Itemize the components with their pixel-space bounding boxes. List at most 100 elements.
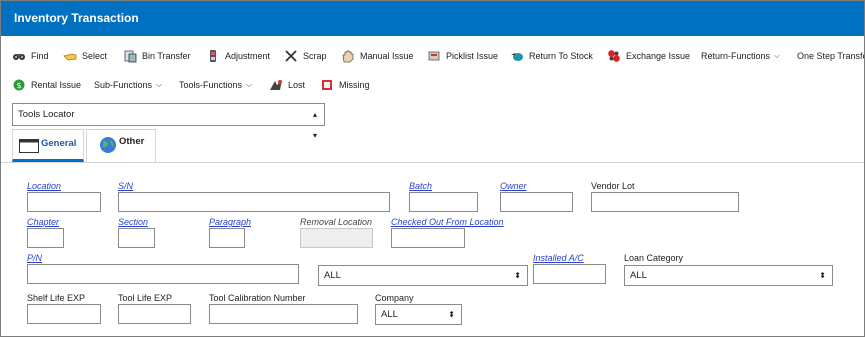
bin-transfer-icon xyxy=(123,49,137,63)
inventory-transaction-window: Inventory Transaction Find Select Bin Tr… xyxy=(0,0,865,337)
sn-field[interactable] xyxy=(118,192,390,212)
loan-category-select-value: ALL xyxy=(630,270,647,281)
sn-label[interactable]: S/N xyxy=(118,181,133,191)
company-select[interactable]: ALL ⬍ xyxy=(375,304,462,325)
batch-field[interactable] xyxy=(409,192,478,212)
exchange-issue-label: Exchange Issue xyxy=(626,51,691,61)
title-bar: Inventory Transaction xyxy=(1,1,864,36)
scissors-icon xyxy=(284,49,298,63)
checked-out-from-location-label[interactable]: Checked Out From Location xyxy=(391,217,504,227)
missing-button[interactable]: Missing xyxy=(320,77,370,93)
locator-select[interactable]: Tools Locator ▴ ▾ xyxy=(12,103,325,140)
hand-icon xyxy=(341,49,355,63)
vendor-lot-field[interactable] xyxy=(591,192,739,212)
exchange-icon xyxy=(607,49,621,63)
bin-transfer-button[interactable]: Bin Transfer xyxy=(123,48,191,64)
manual-issue-button[interactable]: Manual Issue xyxy=(341,48,414,64)
chapter-label[interactable]: Chapter xyxy=(27,217,59,227)
location-label[interactable]: Location xyxy=(27,181,61,191)
adjustment-icon xyxy=(206,49,220,63)
company-label: Company xyxy=(375,293,414,303)
picklist-icon xyxy=(427,49,441,63)
section-field[interactable] xyxy=(118,228,155,248)
pn-label[interactable]: P/N xyxy=(27,253,42,263)
tool-calibration-number-field[interactable] xyxy=(209,304,358,324)
exchange-issue-button[interactable]: Exchange Issue xyxy=(607,48,690,64)
checked-out-from-location-field[interactable] xyxy=(391,228,465,248)
tool-calibration-number-label: Tool Calibration Number xyxy=(209,293,306,303)
binoculars-icon xyxy=(12,49,26,63)
find-label: Find xyxy=(31,51,49,61)
lost-label: Lost xyxy=(288,80,306,90)
tools-functions-label: Tools-Functions xyxy=(179,80,243,90)
sub-functions-menu[interactable]: Sub-Functions ⌵ xyxy=(94,77,162,93)
owner-field[interactable] xyxy=(500,192,573,212)
loan-category-label: Loan Category xyxy=(624,253,684,263)
rental-issue-button[interactable]: $ Rental Issue xyxy=(12,77,81,93)
globe-icon xyxy=(99,136,117,154)
tool-life-exp-label: Tool Life EXP xyxy=(118,293,173,303)
adjustment-button[interactable]: Adjustment xyxy=(206,48,270,64)
tool-life-exp-field[interactable] xyxy=(118,304,191,324)
tab-other-label: Other xyxy=(119,136,145,147)
sort-arrows-icon: ⬍ xyxy=(819,271,826,280)
scrap-button[interactable]: Scrap xyxy=(284,48,327,64)
locator-select-value: Tools Locator xyxy=(18,109,75,120)
picklist-issue-button[interactable]: Picklist Issue xyxy=(427,48,498,64)
owner-label[interactable]: Owner xyxy=(500,181,527,191)
pn-type-select[interactable]: ALL ⬍ xyxy=(318,265,528,286)
tab-divider xyxy=(1,162,864,163)
manual-issue-label: Manual Issue xyxy=(360,51,414,61)
one-step-transfer-button[interactable]: One Step Transfe xyxy=(797,48,865,64)
return-functions-menu[interactable]: Return-Functions ⌵ xyxy=(701,48,780,64)
missing-label: Missing xyxy=(339,80,370,90)
shelf-life-exp-field[interactable] xyxy=(27,304,101,324)
company-select-value: ALL xyxy=(381,309,398,320)
loan-category-select[interactable]: ALL ⬍ xyxy=(624,265,833,286)
return-stock-icon xyxy=(510,49,524,63)
svg-text:$: $ xyxy=(16,81,21,90)
bin-transfer-label: Bin Transfer xyxy=(142,51,191,61)
tab-other[interactable]: Other xyxy=(86,129,156,163)
location-field[interactable] xyxy=(27,192,101,212)
tab-general[interactable]: General xyxy=(12,129,84,162)
sort-arrows-icon: ⬍ xyxy=(514,271,521,280)
sub-functions-label: Sub-Functions xyxy=(94,80,153,90)
sort-arrows-icon: ⬍ xyxy=(448,310,455,319)
pn-type-select-value: ALL xyxy=(324,270,341,281)
return-functions-label: Return-Functions xyxy=(701,51,771,61)
lost-button[interactable]: Lost xyxy=(269,77,305,93)
money-icon: $ xyxy=(12,78,26,92)
section-label[interactable]: Section xyxy=(118,217,148,227)
select-label: Select xyxy=(82,51,108,61)
scrap-label: Scrap xyxy=(303,51,327,61)
return-to-stock-button[interactable]: Return To Stock xyxy=(510,48,593,64)
picklist-issue-label: Picklist Issue xyxy=(446,51,499,61)
paragraph-field[interactable] xyxy=(209,228,245,248)
paragraph-label[interactable]: Paragraph xyxy=(209,217,251,227)
pointing-hand-icon xyxy=(63,49,77,63)
find-button[interactable]: Find xyxy=(12,48,49,64)
sort-arrows-icon: ▴ ▾ xyxy=(312,110,317,140)
select-button[interactable]: Select xyxy=(63,48,107,64)
installed-ac-field[interactable] xyxy=(533,264,606,284)
window-icon xyxy=(19,139,39,153)
window-title: Inventory Transaction xyxy=(14,11,139,25)
chevron-down-icon: ⌵ xyxy=(246,80,253,89)
installed-ac-label[interactable]: Installed A/C xyxy=(533,253,584,263)
batch-label[interactable]: Batch xyxy=(409,181,432,191)
one-step-transfer-label: One Step Transfe xyxy=(797,51,865,61)
removal-location-field xyxy=(300,228,373,248)
rental-issue-label: Rental Issue xyxy=(31,80,82,90)
pn-field[interactable] xyxy=(27,264,299,284)
chevron-down-icon: ⌵ xyxy=(156,80,163,89)
chevron-down-icon: ⌵ xyxy=(774,51,781,60)
adjustment-label: Adjustment xyxy=(225,51,271,61)
lost-icon xyxy=(269,78,283,92)
missing-icon xyxy=(320,78,334,92)
chapter-field[interactable] xyxy=(27,228,64,248)
return-to-stock-label: Return To Stock xyxy=(529,51,593,61)
vendor-lot-label: Vendor Lot xyxy=(591,181,635,191)
tools-functions-menu[interactable]: Tools-Functions ⌵ xyxy=(179,77,252,93)
tab-general-label: General xyxy=(41,138,77,149)
